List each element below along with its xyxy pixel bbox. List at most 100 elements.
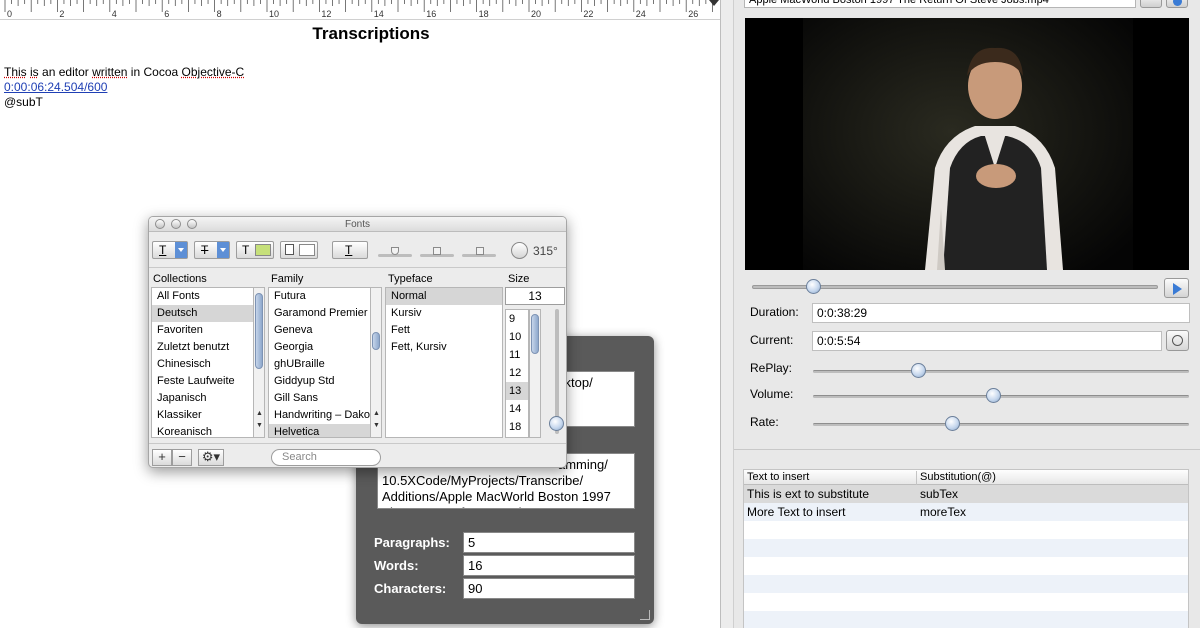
family-item[interactable]: Georgia [269, 339, 371, 356]
typeface-item[interactable]: Fett, Kursiv [386, 339, 502, 356]
add-collection-button[interactable]: + [152, 449, 172, 466]
family-item[interactable]: Helvetica [269, 424, 371, 437]
underline-button[interactable]: T [152, 241, 188, 259]
word: Objective-C [181, 65, 245, 79]
remove-collection-button[interactable]: − [172, 449, 192, 466]
timeline-slider-thumb[interactable] [805, 279, 821, 294]
editor-scrollbar[interactable] [720, 0, 734, 628]
size-item[interactable]: 13 [506, 382, 528, 400]
document-title[interactable]: Transcriptions [0, 24, 742, 44]
action-menu-button[interactable]: ⚙▾ [198, 449, 224, 466]
size-input[interactable]: 13 [505, 287, 565, 305]
collection-item[interactable]: Feste Laufweite [152, 373, 254, 390]
rate-slider-thumb[interactable] [945, 416, 961, 431]
strikethrough-button[interactable]: T [194, 241, 230, 259]
paragraphs-field[interactable]: 5 [463, 532, 635, 553]
collections-scrollbar[interactable]: ▲ ▼ [253, 287, 265, 438]
play-button[interactable] [1164, 278, 1189, 298]
collection-item[interactable]: Favoriten [152, 322, 254, 339]
typeface-item[interactable]: Fett [386, 322, 502, 339]
column-header-text[interactable]: Text to insert [744, 471, 917, 485]
typeface-item[interactable]: Normal [386, 288, 502, 305]
size-list[interactable]: 910111213141824 [505, 309, 529, 438]
shadow-offset-thumb[interactable] [476, 247, 484, 255]
size-item[interactable]: 9 [506, 310, 528, 328]
refresh-button[interactable] [1166, 330, 1189, 351]
size-slider-thumb[interactable] [549, 416, 564, 431]
current-label: Current: [750, 333, 794, 347]
replay-slider[interactable] [813, 370, 1189, 373]
right-margin-marker[interactable] [709, 0, 719, 6]
timestamp-link[interactable]: 0:00:06:24.504/600 [4, 80, 107, 94]
replay-slider-thumb[interactable] [911, 363, 927, 378]
size-scrollbar[interactable] [529, 309, 541, 438]
document-line[interactable]: This is an editor written in Cocoa Objec… [4, 65, 244, 79]
document-line[interactable]: @subT [4, 95, 43, 109]
duration-field[interactable]: 0:0:38:29 [812, 303, 1190, 323]
table-cell[interactable]: moreTex [920, 503, 966, 521]
fonts-titlebar[interactable]: Fonts [149, 217, 566, 232]
family-item[interactable]: Giddyup Std [269, 373, 371, 390]
family-item[interactable]: Gill Sans [269, 390, 371, 407]
substitution-table[interactable]: Text to insert Substitution(@) This is e… [743, 469, 1189, 628]
family-item[interactable]: Futura [269, 288, 371, 305]
family-list[interactable]: Futura Garamond Premier Geneva Georgia ghUBr… [268, 287, 372, 438]
info-icon[interactable] [1166, 0, 1188, 8]
size-item[interactable]: 10 [506, 328, 528, 346]
document-color-button[interactable] [280, 241, 318, 259]
collection-item[interactable]: Zuletzt benutzt [152, 339, 254, 356]
shadow-opacity-thumb[interactable] [391, 247, 399, 255]
family-item[interactable]: Handwriting – Dako [269, 407, 371, 424]
size-item[interactable]: 11 [506, 346, 528, 364]
collection-item[interactable]: Klassiker [152, 407, 254, 424]
player-panel: Apple MacWorld Boston 1997 The Return Of… [734, 0, 1200, 628]
current-time-field[interactable]: 0:0:5:54 [812, 331, 1162, 351]
shadow-button[interactable]: T [332, 241, 368, 259]
typeface-item[interactable]: Kursiv [386, 305, 502, 322]
resize-grip-icon[interactable] [640, 610, 650, 620]
rate-label: Rate: [750, 415, 779, 429]
table-row[interactable]: This is ext to substitute subTex [744, 485, 1188, 503]
table-row[interactable]: More Text to insert moreTex [744, 503, 1188, 521]
rate-slider[interactable] [813, 423, 1189, 426]
size-item[interactable]: 14 [506, 400, 528, 418]
collection-item[interactable]: Chinesisch [152, 356, 254, 373]
play-icon [1173, 283, 1182, 295]
menu-icon[interactable] [1140, 0, 1162, 8]
size-item[interactable]: 18 [506, 418, 528, 436]
volume-slider-thumb[interactable] [986, 388, 1002, 403]
column-header-substitution[interactable]: Substitution(@) [917, 471, 996, 483]
collection-item[interactable]: Deutsch [152, 305, 254, 322]
video-frame-image [745, 18, 1189, 270]
collection-item[interactable]: Koreanisch [152, 424, 254, 437]
table-cell[interactable]: More Text to insert [747, 503, 845, 521]
shadow-blur-thumb[interactable] [433, 247, 441, 255]
characters-field[interactable]: 90 [463, 578, 635, 599]
text-color-button[interactable]: T [236, 241, 274, 259]
ruler[interactable]: 0 2 4 6 8 10 12 14 16 18 20 22 24 26 [0, 0, 720, 20]
collection-item[interactable]: Japanisch [152, 390, 254, 407]
table-cell[interactable]: subTex [920, 485, 958, 503]
table-header: Text to insert Substitution(@) [744, 470, 1188, 485]
collections-list[interactable]: All Fonts Deutsch Favoriten Zuletzt benutzt… [151, 287, 255, 438]
size-item[interactable]: 24 [506, 436, 528, 437]
angle-icon[interactable] [511, 242, 528, 259]
word: is [30, 65, 39, 79]
video-player[interactable] [745, 18, 1189, 270]
ruler-ticks [4, 0, 719, 12]
characters-label: Characters: [374, 581, 447, 596]
size-item[interactable]: 12 [506, 364, 528, 382]
family-item[interactable]: Geneva [269, 322, 371, 339]
word: written [92, 65, 128, 79]
word: Cocoa [143, 65, 179, 79]
table-cell[interactable]: This is ext to substitute [747, 485, 869, 503]
typeface-list[interactable]: Normal Kursiv Fett Fett, Kursiv [385, 287, 503, 438]
gear-icon: ⚙▾ [201, 449, 221, 464]
font-search-input[interactable]: Search [271, 449, 381, 466]
table-row-empty [744, 521, 1188, 539]
family-scrollbar[interactable]: ▲ ▼ [370, 287, 382, 438]
family-item[interactable]: Garamond Premier [269, 305, 371, 322]
collection-item[interactable]: All Fonts [152, 288, 254, 305]
family-item[interactable]: ghUBraille [269, 356, 371, 373]
words-field[interactable]: 16 [463, 555, 635, 576]
